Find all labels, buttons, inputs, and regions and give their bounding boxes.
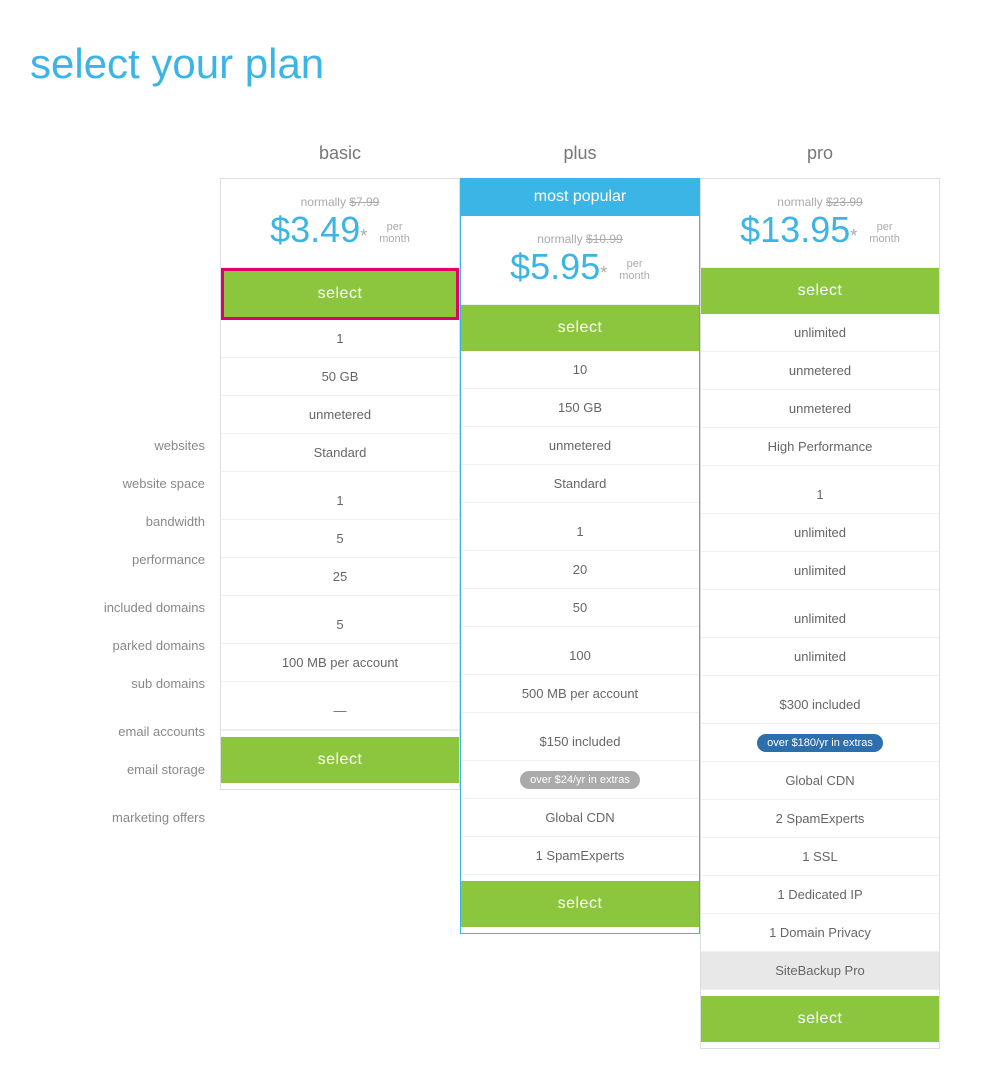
label-email-storage: email storage (60, 750, 205, 788)
plus-website-space: 150 GB (461, 389, 699, 427)
plan-plus: plus most popular normally $10.99 $5.95*… (460, 128, 700, 934)
pro-sub-domains: unlimited (701, 552, 939, 590)
pro-extras-badge: over $180/yr in extras (757, 734, 883, 752)
plus-select-button[interactable]: select (461, 305, 699, 351)
plus-bottom-select-button[interactable]: select (461, 881, 699, 927)
basic-normally: normally $7.99 (231, 195, 449, 209)
plus-extra-spam: 1 SpamExperts (461, 837, 699, 875)
plus-marketing-offers: $150 included (461, 723, 699, 761)
plus-email-accounts: 100 (461, 637, 699, 675)
label-bandwidth: bandwidth (60, 502, 205, 540)
pro-price: $13.95* (740, 209, 867, 250)
basic-select-button[interactable]: select (224, 271, 456, 317)
label-sub-domains: sub domains (60, 664, 205, 702)
pro-included-domains: 1 (701, 476, 939, 514)
basic-plan-name: basic (220, 128, 460, 178)
plus-sub-domains: 50 (461, 589, 699, 627)
plus-per-month: permonth (619, 258, 650, 282)
plus-price-area: normally $10.99 $5.95* permonth (461, 216, 699, 305)
plus-parked-domains: 20 (461, 551, 699, 589)
plus-plan-box: normally $10.99 $5.95* permonth select 1… (460, 216, 700, 934)
pro-marketing-offers: $300 included (701, 686, 939, 724)
plus-bandwidth: unmetered (461, 427, 699, 465)
basic-email-accounts: 5 (221, 606, 459, 644)
pro-features: unlimited unmetered unmetered High Perfo… (701, 314, 939, 1048)
plus-websites: 10 (461, 351, 699, 389)
basic-included-domains: 1 (221, 482, 459, 520)
plus-included-domains: 1 (461, 513, 699, 551)
basic-per-month: permonth (379, 221, 410, 245)
basic-bottom-select-row: select (221, 730, 459, 789)
plus-performance: Standard (461, 465, 699, 503)
plans-wrapper: websites website space bandwidth perform… (30, 128, 970, 1049)
plus-extras-badge: over $24/yr in extras (520, 771, 640, 789)
pro-bottom-select-button[interactable]: select (701, 996, 939, 1042)
plan-pro: pro normally $23.99 $13.95* permonth sel… (700, 128, 940, 1049)
pro-email-accounts: unlimited (701, 600, 939, 638)
plus-extras-badge-row: over $24/yr in extras (461, 761, 699, 799)
basic-plan-box: normally $7.99 $3.49* permonth select 1 … (220, 178, 460, 790)
pro-extra-dedicated-ip: 1 Dedicated IP (701, 876, 939, 914)
basic-parked-domains: 5 (221, 520, 459, 558)
page-title: select your plan (30, 40, 970, 88)
pro-bandwidth: unmetered (701, 390, 939, 428)
pro-select-button[interactable]: select (701, 268, 939, 314)
plan-basic: basic normally $7.99 $3.49* permonth sel… (220, 128, 460, 790)
pro-parked-domains: unlimited (701, 514, 939, 552)
pro-performance: High Performance (701, 428, 939, 466)
label-parked-domains: parked domains (60, 626, 205, 664)
basic-bandwidth: unmetered (221, 396, 459, 434)
basic-email-storage: 100 MB per account (221, 644, 459, 682)
plus-extra-cdn: Global CDN (461, 799, 699, 837)
plus-plan-name: plus (460, 128, 700, 178)
label-email-accounts: email accounts (60, 712, 205, 750)
plus-normally: normally $10.99 (471, 232, 689, 246)
basic-performance: Standard (221, 434, 459, 472)
pro-extra-spam: 2 SpamExperts (701, 800, 939, 838)
pro-websites: unlimited (701, 314, 939, 352)
label-websites: websites (60, 426, 205, 464)
basic-price: $3.49* (270, 209, 377, 250)
basic-marketing-offers: — (221, 692, 459, 730)
pro-plan-name: pro (700, 128, 940, 178)
label-included-domains: included domains (60, 588, 205, 626)
label-website-space: website space (60, 464, 205, 502)
pro-plan-box: normally $23.99 $13.95* permonth select … (700, 178, 940, 1049)
pro-extra-cdn: Global CDN (701, 762, 939, 800)
basic-websites: 1 (221, 320, 459, 358)
basic-bottom-select-button[interactable]: select (221, 737, 459, 783)
pro-website-space: unmetered (701, 352, 939, 390)
pro-bottom-select-row: select (701, 990, 939, 1048)
pro-price-area: normally $23.99 $13.95* permonth (701, 179, 939, 268)
pro-extras-badge-row: over $180/yr in extras (701, 724, 939, 762)
basic-sub-domains: 25 (221, 558, 459, 596)
basic-price-area: normally $7.99 $3.49* permonth (221, 179, 459, 268)
basic-features: 1 50 GB unmetered Standard 1 5 25 5 100 … (221, 320, 459, 789)
plus-email-storage: 500 MB per account (461, 675, 699, 713)
pro-extra-ssl: 1 SSL (701, 838, 939, 876)
plus-price: $5.95* (510, 246, 617, 287)
pro-extra-sitebackup: SiteBackup Pro (701, 952, 939, 990)
pro-extra-domain-privacy: 1 Domain Privacy (701, 914, 939, 952)
label-performance: performance (60, 540, 205, 578)
label-marketing-offers: marketing offers (60, 798, 205, 836)
plus-badge: most popular (460, 178, 700, 216)
pro-per-month: permonth (869, 221, 900, 245)
labels-column: websites website space bandwidth perform… (60, 128, 220, 836)
basic-website-space: 50 GB (221, 358, 459, 396)
basic-select-wrapper: select (221, 268, 459, 320)
plus-features: 10 150 GB unmetered Standard 1 20 50 100… (461, 351, 699, 933)
plus-bottom-select-row: select (461, 875, 699, 933)
pro-normally: normally $23.99 (711, 195, 929, 209)
pro-email-storage: unlimited (701, 638, 939, 676)
